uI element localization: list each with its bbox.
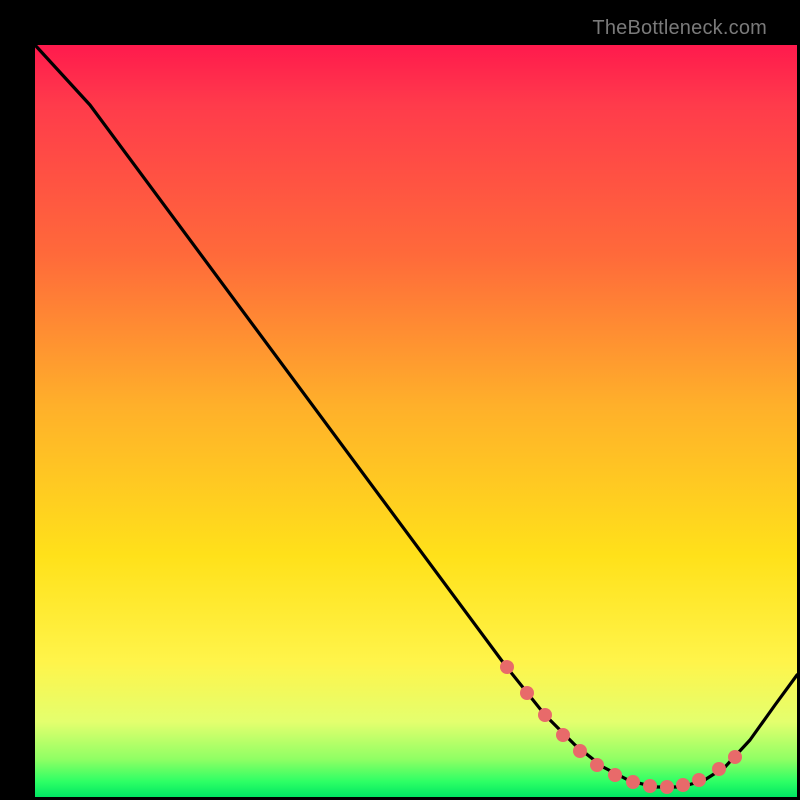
chart-frame: TheBottleneck.com bbox=[15, 15, 785, 785]
bottleneck-curve bbox=[35, 45, 797, 797]
highlight-dots bbox=[500, 660, 742, 794]
plot-area bbox=[35, 45, 797, 797]
watermark-text: TheBottleneck.com bbox=[592, 17, 767, 40]
curve-path bbox=[35, 45, 797, 787]
